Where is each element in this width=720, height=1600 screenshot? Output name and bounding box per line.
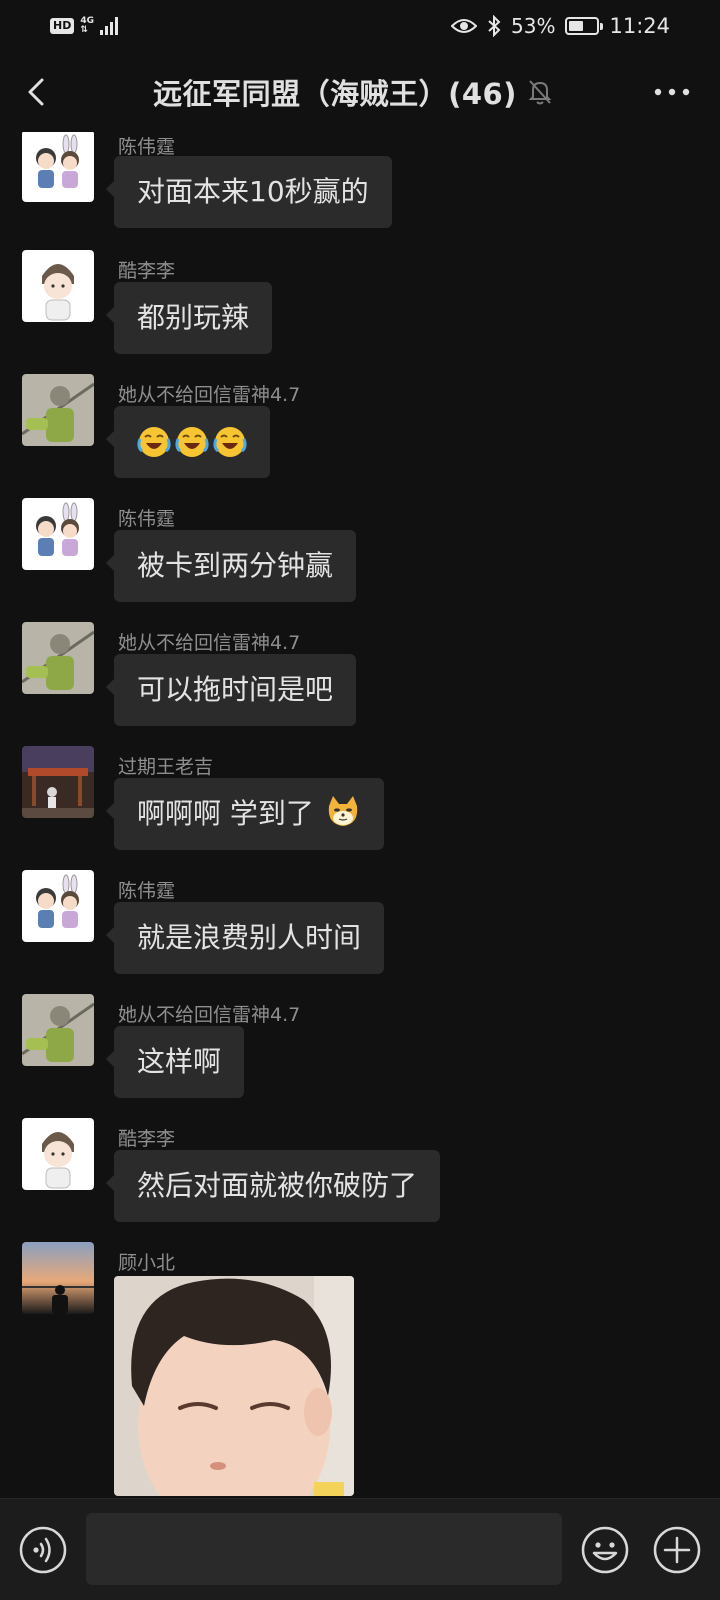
message-bubble[interactable]: 然后对面就被你破防了 bbox=[105, 1150, 441, 1222]
message-list[interactable]: 陈伟霆 对面本来10秒赢的 酷李李 都别玩辣 她从不给回信雷神4.7 陈伟霆 被… bbox=[0, 132, 720, 1498]
message-text: 可以拖时间是吧 bbox=[137, 673, 334, 706]
message-text: 啊啊啊 学到了 bbox=[137, 797, 314, 830]
status-bar: HD 4G ⇅ 53% 11:24 bbox=[0, 0, 720, 52]
avatar[interactable] bbox=[22, 1118, 94, 1190]
message-text: 都别玩辣 bbox=[137, 301, 250, 334]
loudly-laughing-emoji bbox=[213, 427, 247, 457]
doge-cat-emoji bbox=[328, 796, 358, 826]
loudly-laughing-emoji bbox=[137, 427, 171, 457]
bluetooth-icon bbox=[488, 15, 501, 37]
message-text: 对面本来10秒赢的 bbox=[137, 175, 369, 208]
message-bubble[interactable]: 都别玩辣 bbox=[105, 282, 273, 354]
sender-name: 她从不给回信雷神4.7 bbox=[118, 1004, 301, 1026]
status-right: 53% 11:24 bbox=[451, 14, 670, 38]
sender-name: 顾小北 bbox=[118, 1252, 176, 1274]
message-input[interactable] bbox=[86, 1513, 562, 1585]
battery-percent: 53% bbox=[511, 14, 556, 38]
avatar[interactable] bbox=[22, 1242, 94, 1314]
chat-screen: HD 4G ⇅ 53% 11:24 远征军同盟（海贼王）(46) 陈伟霆 对面本… bbox=[0, 0, 720, 1600]
more-dots-icon[interactable] bbox=[652, 80, 692, 104]
message-bubble[interactable]: 被卡到两分钟赢 bbox=[105, 530, 357, 602]
battery-fill bbox=[569, 21, 584, 31]
message-bubble[interactable]: 啊啊啊 学到了 bbox=[106, 778, 384, 850]
emoji-row bbox=[137, 406, 247, 478]
plus-circle-icon[interactable] bbox=[652, 1525, 702, 1575]
sender-name: 酷李李 bbox=[118, 260, 176, 282]
title-wrap: 远征军同盟（海贼王）(46) bbox=[153, 71, 553, 113]
input-bar bbox=[0, 1498, 720, 1600]
avatar[interactable] bbox=[22, 622, 94, 694]
avatar[interactable] bbox=[22, 132, 94, 202]
avatar[interactable] bbox=[22, 374, 94, 446]
message-bubble[interactable]: 这样啊 bbox=[105, 1026, 245, 1098]
message-text: 被卡到两分钟赢 bbox=[137, 549, 334, 582]
sender-name: 陈伟霆 bbox=[118, 136, 176, 158]
message-text: 然后对面就被你破防了 bbox=[137, 1169, 418, 1202]
battery-icon bbox=[565, 17, 604, 35]
toddler-photo[interactable] bbox=[114, 1276, 354, 1496]
voice-input-icon[interactable] bbox=[18, 1525, 68, 1575]
avatar[interactable] bbox=[22, 746, 94, 818]
sender-name: 她从不给回信雷神4.7 bbox=[118, 384, 301, 406]
sender-name: 陈伟霆 bbox=[118, 880, 176, 902]
message-bubble[interactable] bbox=[106, 406, 270, 478]
emoji-face-icon[interactable] bbox=[580, 1525, 630, 1575]
sender-name: 过期王老吉 bbox=[118, 756, 214, 778]
loudly-laughing-emoji bbox=[175, 427, 209, 457]
sender-name: 酷李李 bbox=[118, 1128, 176, 1150]
avatar[interactable] bbox=[22, 994, 94, 1066]
bell-muted-icon bbox=[528, 80, 552, 105]
message-bubble[interactable]: 可以拖时间是吧 bbox=[105, 654, 357, 726]
eye-icon bbox=[451, 19, 478, 33]
message-bubble[interactable]: 就是浪费别人时间 bbox=[105, 902, 385, 974]
message-text: 就是浪费别人时间 bbox=[137, 921, 362, 954]
clock: 11:24 bbox=[609, 14, 670, 38]
avatar[interactable] bbox=[22, 870, 94, 942]
network-type: 4G ⇅ bbox=[80, 17, 94, 35]
back-chevron-icon[interactable] bbox=[20, 72, 56, 112]
signal-icon bbox=[100, 17, 118, 35]
avatar[interactable] bbox=[22, 498, 94, 570]
hd-badge: HD bbox=[50, 18, 75, 34]
network-arrows: ⇅ bbox=[80, 25, 88, 35]
sender-name: 陈伟霆 bbox=[118, 508, 176, 530]
message-bubble[interactable]: 对面本来10秒赢的 bbox=[106, 156, 392, 228]
chat-title[interactable]: 远征军同盟（海贼王）(46) bbox=[153, 71, 517, 113]
status-left: HD 4G ⇅ bbox=[50, 17, 118, 35]
sender-name: 她从不给回信雷神4.7 bbox=[118, 632, 301, 654]
chat-header: 远征军同盟（海贼王）(46) bbox=[0, 52, 720, 132]
avatar[interactable] bbox=[22, 250, 94, 322]
message-text: 这样啊 bbox=[137, 1045, 222, 1078]
